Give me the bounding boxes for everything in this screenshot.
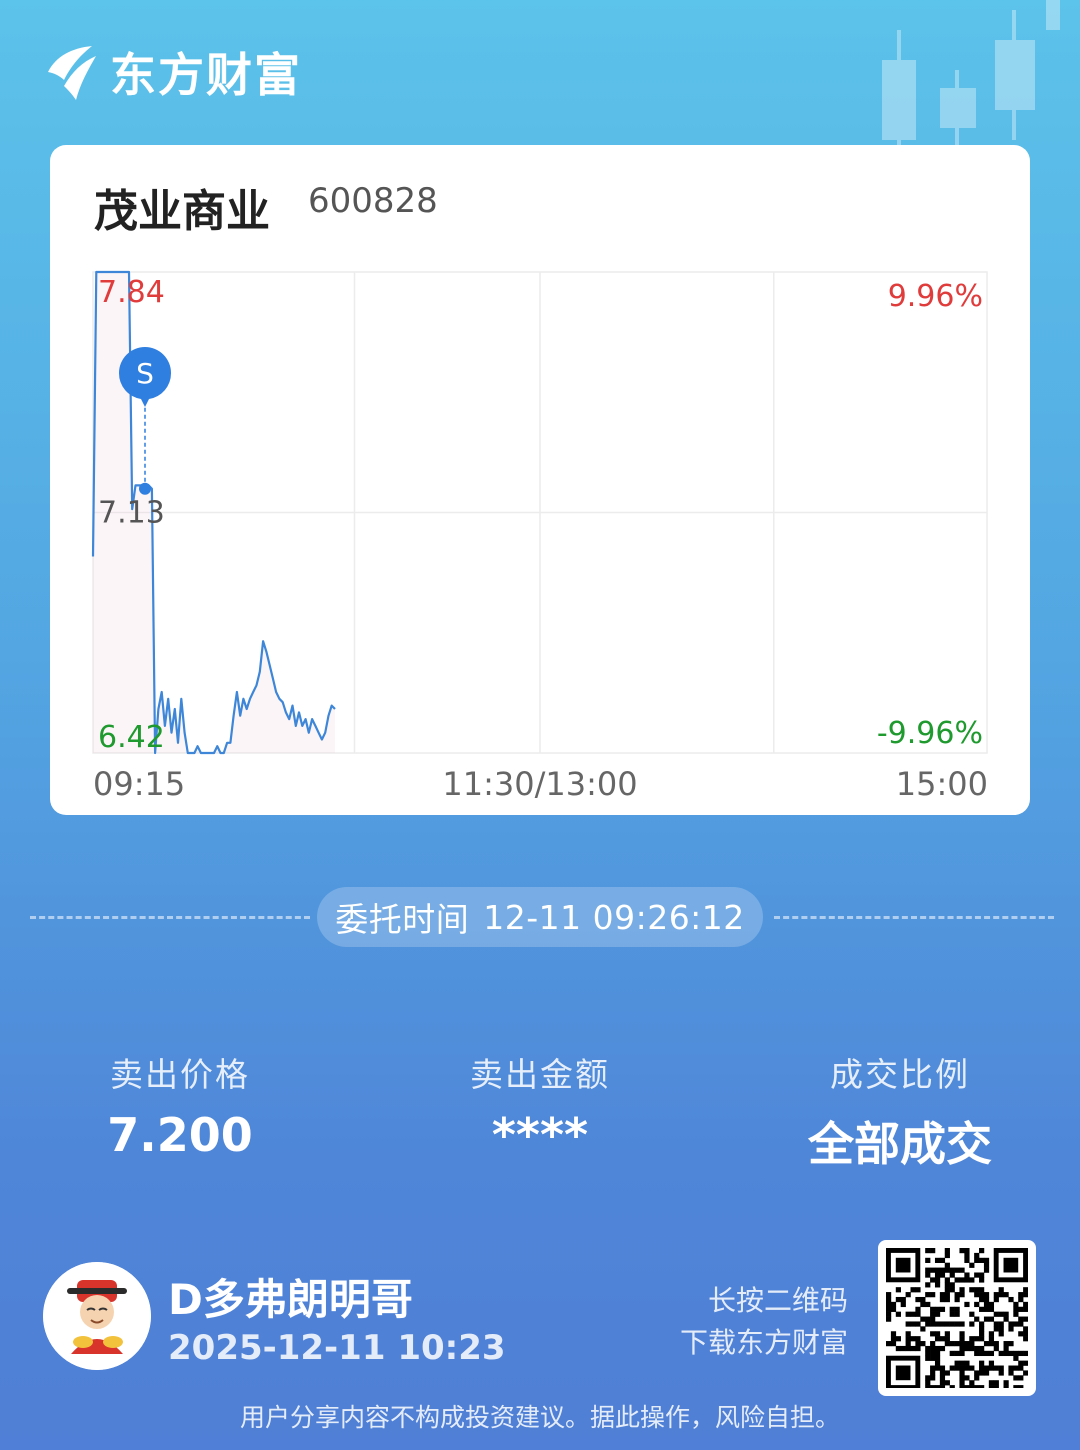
stat-sell-amount: 卖出金额 **** [390, 1048, 690, 1162]
entrust-time-row: 委托时间 12-11 09:26:12 [30, 887, 1054, 947]
y-tick-low: 6.42 [98, 720, 165, 755]
sell-marker-dot [139, 482, 151, 495]
brand-logo: 东方财富 [42, 40, 302, 104]
username: D多弗朗明哥 [168, 1275, 413, 1324]
disclaimer: 用户分享内容不构成投资建议。据此操作，风险自担。 [239, 1403, 840, 1432]
y-tick-high: 7.84 [98, 275, 165, 310]
stat-sell-amount-label: 卖出金额 [470, 1055, 610, 1094]
qr-code[interactable] [878, 1240, 1036, 1396]
dashed-divider-right [774, 916, 1054, 919]
entrust-time-value: 12-11 09:26:12 [483, 897, 745, 937]
stock-chart-card[interactable]: 茂业商业 600828 S 7.84 7.13 6.42 9.96% -9.96% 09:… [50, 145, 1030, 815]
qr-hint-line-2: 下载东方财富 [679, 1326, 848, 1359]
x-tick-close: 15:00 [895, 765, 988, 803]
stat-sell-price-label: 卖出价格 [110, 1055, 250, 1094]
qr-hint-line-1: 长按二维码 [707, 1284, 848, 1317]
y-tick-reference: 7.13 [98, 496, 165, 531]
brand-name: 东方财富 [110, 48, 302, 102]
share-time: 2025-12-11 10:23 [168, 1328, 506, 1368]
intraday-chart: S 7.84 7.13 6.42 9.96% -9.96% [91, 270, 988, 755]
entrust-time-label: 委托时间 [335, 900, 470, 939]
stat-fill-ratio: 成交比例 全部成交 [750, 1048, 1050, 1174]
stat-sell-price-value: 7.200 [107, 1108, 253, 1162]
stat-sell-amount-value: **** [491, 1108, 589, 1162]
entrust-time-pill: 委托时间 12-11 09:26:12 [317, 887, 763, 947]
y-tick-pct-high: 9.96% [888, 279, 983, 314]
qr-hint: 长按二维码 下载东方财富 [680, 1280, 848, 1364]
x-tick-midday: 11:30/13:00 [442, 765, 638, 803]
stat-fill-ratio-value: 全部成交 [808, 1117, 992, 1171]
avatar-caishen-icon [43, 1262, 151, 1370]
sell-marker-label: S [136, 357, 154, 390]
avatar[interactable] [43, 1262, 151, 1370]
stat-sell-price: 卖出价格 7.200 [30, 1048, 330, 1162]
y-tick-pct-low: -9.96% [877, 716, 983, 751]
brand-logo-icon [48, 46, 96, 100]
dashed-divider-left [30, 916, 310, 919]
stat-fill-ratio-label: 成交比例 [830, 1055, 970, 1094]
qr-code-image [886, 1248, 1029, 1391]
